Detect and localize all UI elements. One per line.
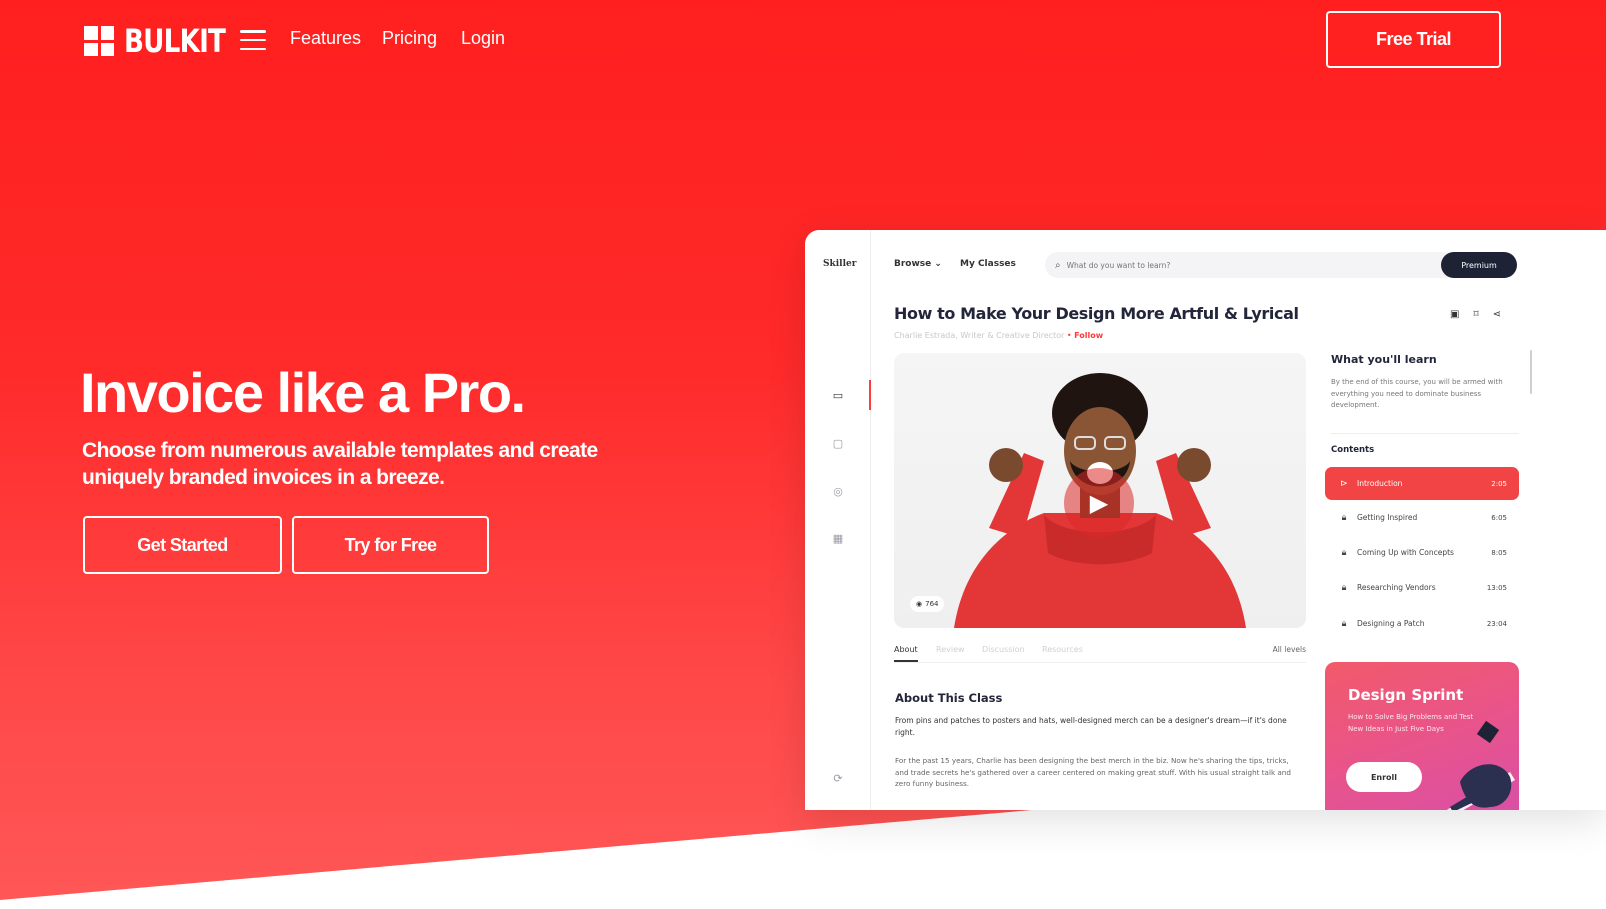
video-player[interactable]: ▶ ◉ 764 — [894, 353, 1306, 628]
lesson-time: 2:05 — [1491, 479, 1507, 488]
about-lead: From pins and patches to posters and hat… — [895, 716, 1287, 737]
browse-menu[interactable]: Browse ⌄ — [894, 259, 942, 269]
eye-icon: ◉ — [916, 600, 923, 608]
mockup-sidebar: Skiller ▭ ▢ ◎ ▦ ⟳ — [805, 230, 871, 810]
chat-icon[interactable]: ▢ — [832, 438, 844, 450]
tab-about[interactable]: About — [894, 645, 918, 662]
logo-grid-icon — [84, 26, 114, 56]
book-icon[interactable]: ▭ — [832, 390, 844, 402]
levels-label[interactable]: All levels — [1273, 645, 1306, 654]
tab-review[interactable]: Review — [936, 645, 965, 654]
get-started-button[interactable]: Get Started — [83, 516, 282, 574]
lesson-time: 8:05 — [1491, 548, 1507, 557]
logout-icon[interactable]: ⟳ — [832, 773, 844, 785]
hero-subtitle: Choose from numerous available templates… — [82, 439, 598, 489]
my-classes-link[interactable]: My Classes — [960, 259, 1016, 269]
lock-icon: 🔒︎ — [1341, 582, 1347, 593]
search-input[interactable] — [1066, 260, 1397, 270]
free-trial-button[interactable]: Free Trial — [1326, 11, 1501, 68]
lesson-item[interactable]: 🔒︎ Coming Up with Concepts 8:05 — [1325, 536, 1519, 569]
tab-discussion[interactable]: Discussion — [982, 645, 1025, 654]
lesson-name: Designing a Patch — [1357, 619, 1425, 628]
lesson-item[interactable]: 🔒︎ Researching Vendors 13:05 — [1325, 571, 1519, 604]
lock-icon: 🔒︎ — [1341, 618, 1347, 629]
course-actions: ▣ ⌑ ⋖ — [1450, 309, 1501, 320]
lesson-time: 6:05 — [1491, 513, 1507, 522]
course-author: Charlie Estrada, Writer & Creative Direc… — [894, 331, 1104, 340]
calendar-icon[interactable]: ▣ — [1450, 309, 1459, 320]
nav-link-login[interactable]: Login — [461, 28, 505, 49]
promo-card: Design Sprint How to Solve Big Problems … — [1325, 662, 1519, 810]
bookmark-icon[interactable]: ⌑ — [1473, 309, 1478, 320]
nav-link-pricing[interactable]: Pricing — [382, 28, 437, 49]
settings-icon[interactable]: ◎ — [832, 486, 844, 498]
course-title: How to Make Your Design More Artful & Ly… — [894, 304, 1299, 323]
follow-link[interactable]: Follow — [1074, 331, 1103, 340]
premium-button[interactable]: Premium — [1441, 252, 1517, 278]
search-icon: ⌕ — [1055, 259, 1061, 271]
learn-title: What you'll learn — [1331, 353, 1437, 366]
lesson-name: Coming Up with Concepts — [1357, 548, 1454, 557]
hero-title: Invoice like a Pro. — [80, 361, 526, 424]
brand-logo[interactable]: BULKIT — [84, 22, 247, 60]
menu-icon[interactable] — [240, 30, 266, 50]
lesson-name: Getting Inspired — [1357, 513, 1418, 522]
lesson-item[interactable]: 🔒︎ Getting Inspired 6:05 — [1325, 501, 1519, 534]
nav-link-features[interactable]: Features — [290, 28, 361, 49]
scrollbar[interactable] — [1530, 350, 1532, 394]
tabs-divider — [894, 662, 1306, 663]
tab-resources[interactable]: Resources — [1042, 645, 1083, 654]
learn-text: By the end of this course, you will be a… — [1331, 378, 1503, 409]
views-badge: ◉ 764 — [910, 596, 945, 612]
landing-page: BULKIT Features Pricing Login Free Trial… — [0, 0, 1606, 909]
learn-divider — [1331, 433, 1519, 434]
brand-name: BULKIT — [124, 22, 226, 60]
lock-icon: 🔒︎ — [1341, 547, 1347, 558]
lesson-item[interactable]: 🔒︎ Designing a Patch 23:04 — [1325, 607, 1519, 640]
play-button[interactable]: ▶ — [1064, 468, 1134, 538]
contents-title: Contents — [1331, 445, 1375, 455]
stats-icon[interactable]: ▦ — [832, 533, 844, 545]
lesson-name: Introduction — [1357, 479, 1403, 488]
share-icon[interactable]: ⋖ — [1493, 309, 1501, 320]
about-title: About This Class — [895, 691, 1003, 705]
lesson-time: 23:04 — [1486, 619, 1507, 628]
author-name: Charlie Estrada, Writer & Creative Direc… — [894, 331, 1065, 340]
views-count: 764 — [925, 600, 939, 608]
try-for-free-button[interactable]: Try for Free — [292, 516, 489, 574]
app-mockup: Skiller ▭ ▢ ◎ ▦ ⟳ Browse ⌄ My Classes ⌕ … — [805, 230, 1606, 810]
lesson-time: 13:05 — [1486, 583, 1507, 592]
promo-illustration — [1446, 720, 1515, 810]
lock-icon: 🔒︎ — [1341, 512, 1347, 523]
mockup-brand: Skiller — [823, 259, 857, 269]
course-tabs: About Review Discussion Resources All le… — [894, 645, 1306, 665]
about-body: For the past 15 years, Charlie has been … — [895, 756, 1291, 788]
lesson-name: Researching Vendors — [1357, 583, 1436, 592]
sidebar-active-indicator — [869, 380, 871, 410]
lesson-item[interactable]: ⊳ Introduction 2:05 — [1325, 467, 1519, 500]
play-icon: ⊳ — [1340, 478, 1348, 489]
